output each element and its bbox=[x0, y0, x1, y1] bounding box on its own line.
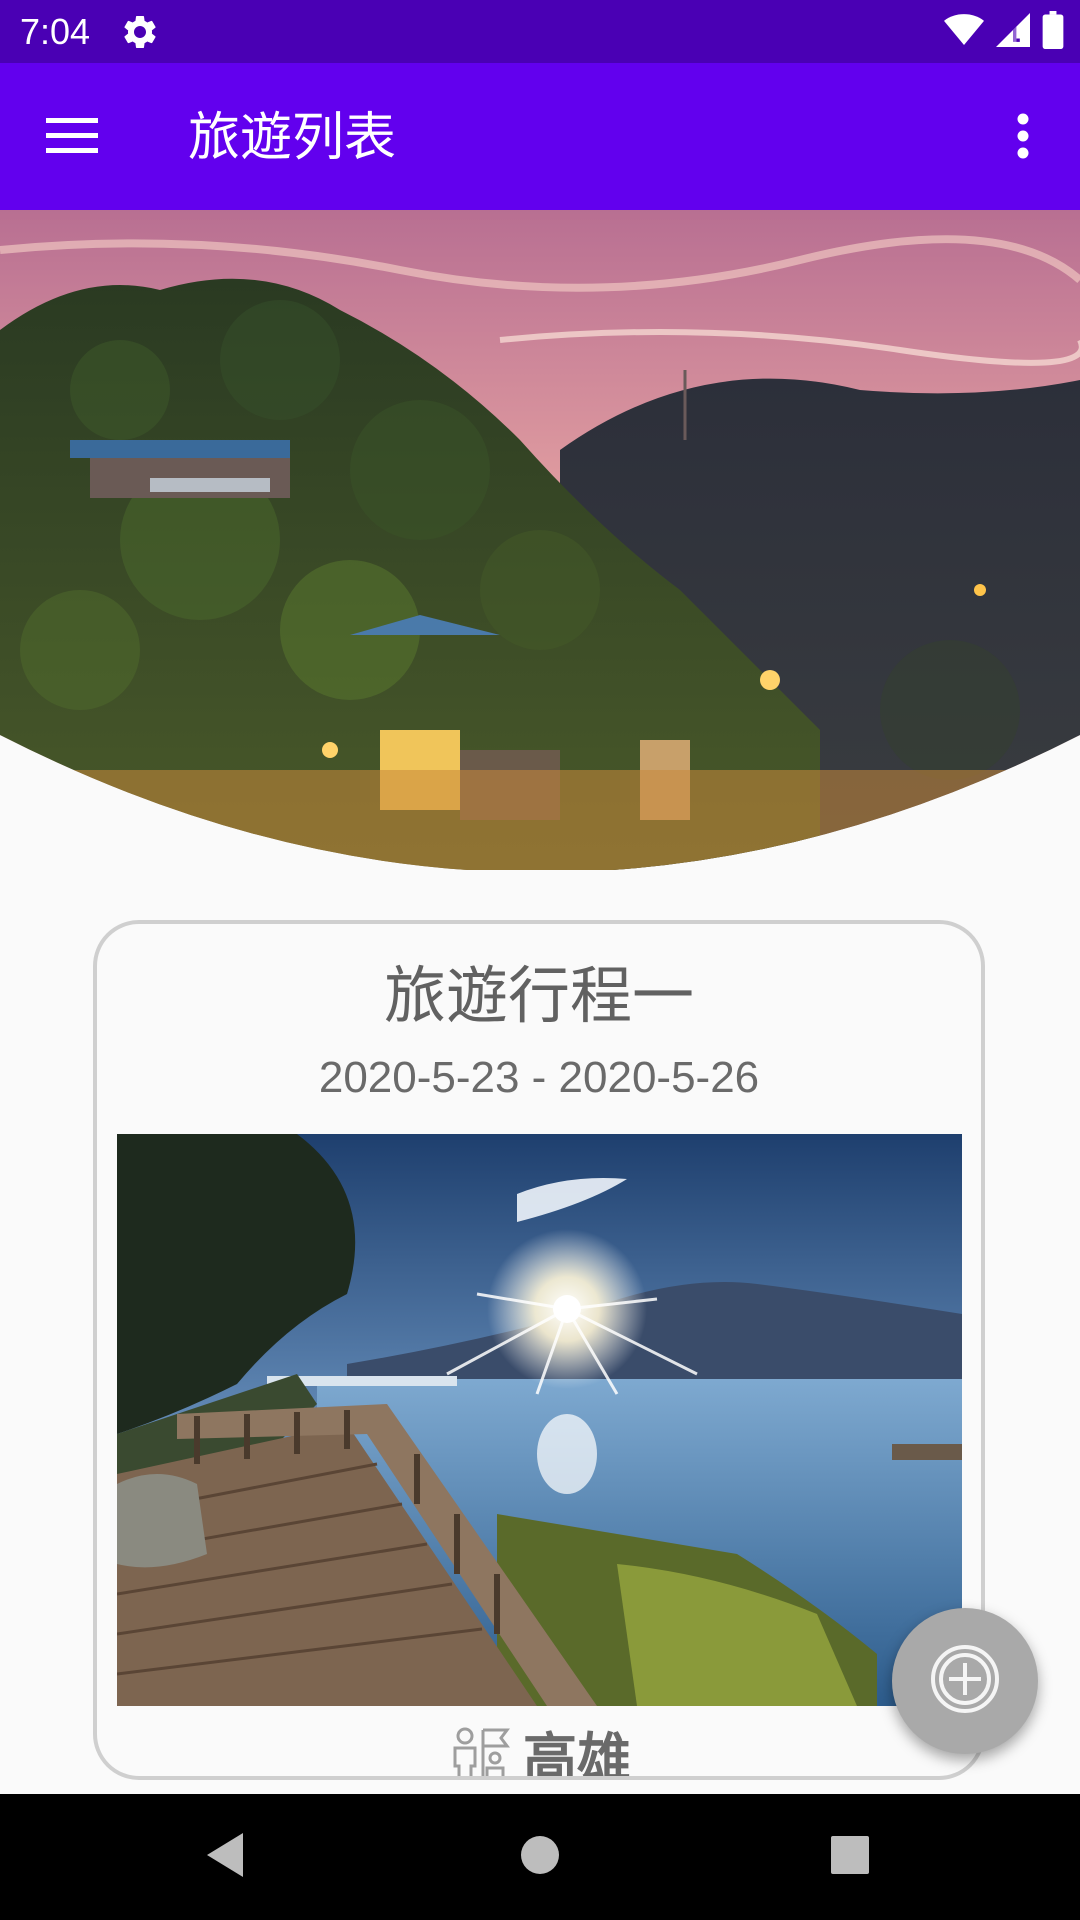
status-bar: 7:04 bbox=[0, 0, 1080, 63]
trip-location: 高雄 bbox=[97, 1724, 981, 1780]
gear-icon bbox=[120, 12, 160, 52]
status-indicators bbox=[944, 11, 1064, 53]
navigation-bar bbox=[0, 1794, 1080, 1920]
hamburger-icon bbox=[46, 116, 100, 160]
overflow-menu-button[interactable] bbox=[988, 103, 1058, 173]
home-button[interactable] bbox=[505, 1822, 575, 1892]
page-title: 旅遊列表 bbox=[188, 108, 397, 168]
tour-guide-icon bbox=[447, 1724, 513, 1776]
wifi-icon bbox=[944, 12, 984, 52]
recents-button[interactable] bbox=[815, 1822, 885, 1892]
location-label: 高雄 bbox=[523, 1727, 631, 1780]
trip-photo bbox=[116, 1134, 962, 1706]
hero-image bbox=[0, 210, 1080, 870]
screen: 7:04 旅遊列表 旅遊行程一 2020-5-23 - 2020-5-26 高雄 bbox=[0, 0, 1080, 1920]
more-vert-icon bbox=[1016, 113, 1030, 163]
status-time: 7:04 bbox=[20, 11, 91, 52]
trip-card[interactable]: 旅遊行程一 2020-5-23 - 2020-5-26 高雄 bbox=[93, 920, 985, 1780]
recents-icon bbox=[830, 1835, 870, 1879]
back-button[interactable] bbox=[190, 1822, 260, 1892]
menu-button[interactable] bbox=[34, 103, 112, 173]
add-circle-icon bbox=[929, 1643, 1001, 1719]
app-bar: 旅遊列表 bbox=[0, 63, 1080, 210]
home-icon bbox=[519, 1834, 561, 1880]
trip-dates: 2020-5-23 - 2020-5-26 bbox=[318, 1053, 760, 1102]
battery-icon bbox=[1042, 11, 1064, 53]
back-icon bbox=[203, 1831, 247, 1883]
trip-title: 旅遊行程一 bbox=[383, 959, 694, 1032]
add-trip-button[interactable] bbox=[892, 1608, 1038, 1754]
signal-icon bbox=[996, 12, 1030, 52]
